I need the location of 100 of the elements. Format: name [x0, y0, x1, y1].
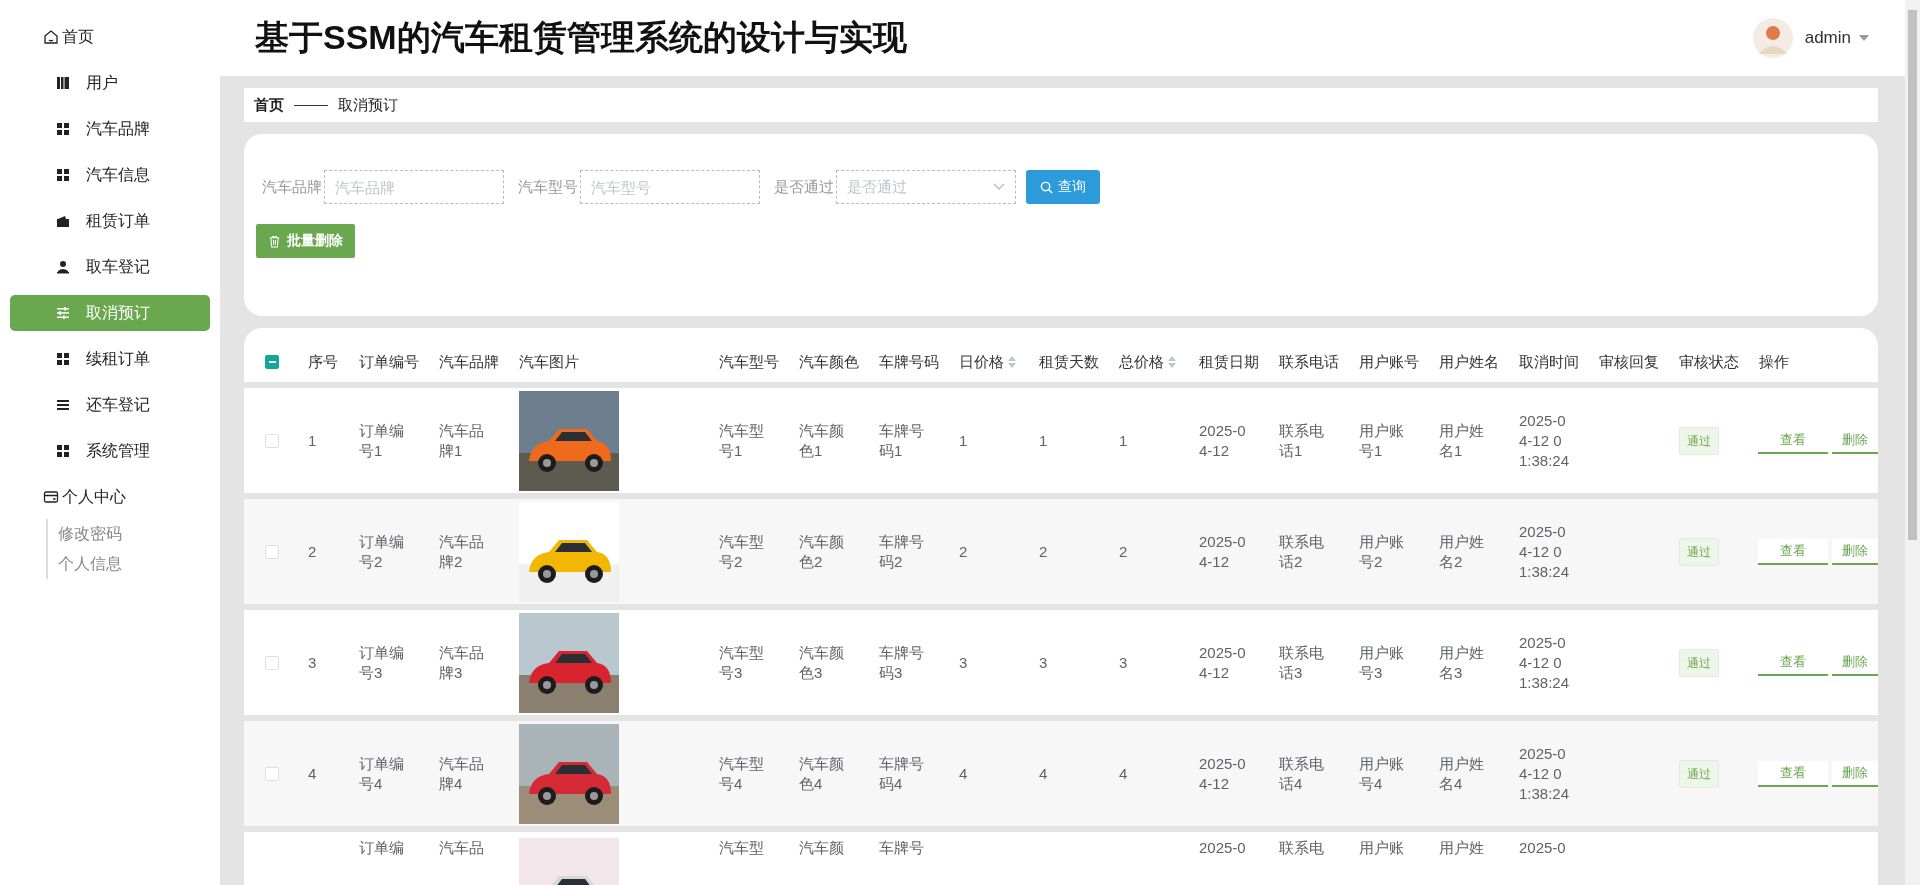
- column-header[interactable]: 取消时间: [1519, 352, 1579, 372]
- field-label: 是否通过: [774, 177, 834, 197]
- sidebar-item[interactable]: 取车登记: [10, 249, 210, 285]
- table-cell-text: 汽车型号3: [719, 642, 765, 683]
- column-header[interactable]: 汽车品牌: [439, 352, 499, 372]
- table-cell-text: 联系电话1: [1279, 420, 1325, 461]
- table-cell: 3: [959, 652, 968, 673]
- lines-icon: [55, 397, 71, 413]
- column-header[interactable]: 用户账号: [1359, 352, 1419, 372]
- column-header[interactable]: 汽车型号: [719, 352, 779, 372]
- sidebar-subitem[interactable]: 个人信息: [58, 549, 220, 579]
- grid-icon: [55, 351, 71, 367]
- column-header[interactable]: 序号: [308, 352, 338, 372]
- table-cell-text: 2025-04-12 01:38:24: [1519, 632, 1571, 693]
- table-cell: 汽车品: [439, 838, 484, 858]
- sidebar-item[interactable]: 还车登记: [10, 387, 210, 423]
- wallet-icon: [55, 213, 71, 229]
- table-cell: 用户账: [1359, 838, 1404, 858]
- table-cell: 3: [1119, 652, 1128, 673]
- table-cell-text: 用户账号2: [1359, 531, 1405, 572]
- column-header[interactable]: 车牌号码: [879, 352, 939, 372]
- table-cell-text: 联系电话3: [1279, 642, 1325, 683]
- table-cell: 2: [308, 541, 317, 562]
- table-cell-text: 车牌号码1: [879, 420, 925, 461]
- sidebar-item[interactable]: 系统管理: [10, 433, 210, 469]
- table-cell-text: 车牌号码2: [879, 531, 925, 572]
- breadcrumb-item: 取消预订: [338, 95, 398, 115]
- table-cell-text: 2025-04-12 01:38:24: [1519, 743, 1571, 804]
- sort-icon[interactable]: [1168, 356, 1176, 368]
- table-cell: 1: [1039, 430, 1048, 451]
- table-cell-text: 2025-04-12 01:38:24: [1519, 521, 1571, 582]
- home-icon: [43, 29, 59, 45]
- column-header[interactable]: 租赁日期: [1199, 352, 1259, 372]
- column-header[interactable]: 汽车颜色: [799, 352, 859, 372]
- sidebar-item[interactable]: 租赁订单: [10, 203, 210, 239]
- caret-icon[interactable]: [1859, 35, 1869, 41]
- column-header[interactable]: 订单编号: [359, 352, 419, 372]
- sidebar-item[interactable]: 个人中心: [10, 479, 210, 515]
- table-cell-text: 汽车型号2: [719, 531, 765, 572]
- row-checkbox[interactable]: [265, 544, 279, 559]
- table-cell-text: 汽车品牌2: [439, 531, 485, 572]
- table-cell: 车牌号: [879, 838, 924, 858]
- sidebar-item[interactable]: 汽车信息: [10, 157, 210, 193]
- table-cell: 4: [1039, 763, 1048, 784]
- column-header[interactable]: 操作: [1759, 352, 1789, 372]
- table-cell-text: 订单编号3: [359, 642, 405, 683]
- table-cell-text: 2025-04-12: [1199, 531, 1247, 572]
- table-cell: 2025-0: [1199, 838, 1246, 858]
- table-cell-text: 2025-04-12: [1199, 753, 1247, 794]
- table-cell: 3: [1039, 652, 1048, 673]
- column-header[interactable]: 审核回复: [1599, 352, 1659, 372]
- table-cell-text: 汽车型号4: [719, 753, 765, 794]
- sidebar-item[interactable]: 续租订单: [10, 341, 210, 377]
- scrollbar[interactable]: [1905, 0, 1920, 885]
- table-cell-text: 汽车品牌3: [439, 642, 485, 683]
- search-icon: [1040, 180, 1053, 194]
- row-checkbox[interactable]: [265, 655, 279, 670]
- input-field[interactable]: 汽车型号: [580, 170, 760, 204]
- sliders-icon: [55, 305, 71, 321]
- sidebar-item[interactable]: 用户: [10, 65, 210, 101]
- avatar[interactable]: [1752, 18, 1793, 58]
- sidebar-subitem[interactable]: 修改密码: [58, 519, 220, 549]
- column-header[interactable]: 审核状态: [1679, 352, 1739, 372]
- status-tag: 通过: [1679, 648, 1719, 677]
- table-cell-text: 汽车颜色2: [799, 531, 845, 572]
- column-header[interactable]: 总价格: [1119, 352, 1164, 372]
- input-field[interactable]: 汽车品牌: [324, 170, 504, 204]
- table-cell-text: 汽车品牌4: [439, 753, 485, 794]
- row-checkbox[interactable]: [265, 766, 279, 781]
- table-cell: 4: [959, 763, 968, 784]
- column-header[interactable]: 租赁天数: [1039, 352, 1099, 372]
- column-header[interactable]: 联系电话: [1279, 352, 1339, 372]
- sort-icon[interactable]: [1008, 356, 1016, 368]
- field-label: 汽车型号: [518, 177, 578, 197]
- table-cell-text: 2025-04-12: [1199, 642, 1247, 683]
- table-cell: 2: [1119, 541, 1128, 562]
- table-cell-text: 汽车颜色3: [799, 642, 845, 683]
- chevron-icon[interactable]: [993, 183, 1005, 191]
- table-cell: 联系电: [1279, 838, 1324, 858]
- status-tag: 通过: [1679, 426, 1719, 455]
- table-cell-text: 用户姓名2: [1439, 531, 1485, 572]
- breadcrumb-item[interactable]: 首页: [254, 95, 284, 115]
- table-cell: 1: [1119, 430, 1128, 451]
- row-checkbox[interactable]: [265, 433, 279, 448]
- table-cell: 4: [1119, 763, 1128, 784]
- table-cell-text: 汽车型号1: [719, 420, 765, 461]
- table-cell: 1: [959, 430, 968, 451]
- table-cell-text: 用户账号3: [1359, 642, 1405, 683]
- table-cell-text: 用户姓名4: [1439, 753, 1485, 794]
- select-all-checkbox[interactable]: [265, 355, 279, 369]
- sidebar-item[interactable]: 汽车品牌: [10, 111, 210, 147]
- username[interactable]: admin: [1804, 28, 1851, 48]
- person-icon: [55, 259, 71, 275]
- table-cell-text: 汽车品牌1: [439, 420, 485, 461]
- sidebar-item[interactable]: 首页: [10, 19, 210, 55]
- table-cell: 汽车型: [719, 838, 764, 858]
- column-header[interactable]: 汽车图片: [519, 352, 579, 372]
- table-cell-text: 订单编号2: [359, 531, 405, 572]
- column-header[interactable]: 用户姓名: [1439, 352, 1499, 372]
- column-header[interactable]: 日价格: [959, 352, 1004, 372]
